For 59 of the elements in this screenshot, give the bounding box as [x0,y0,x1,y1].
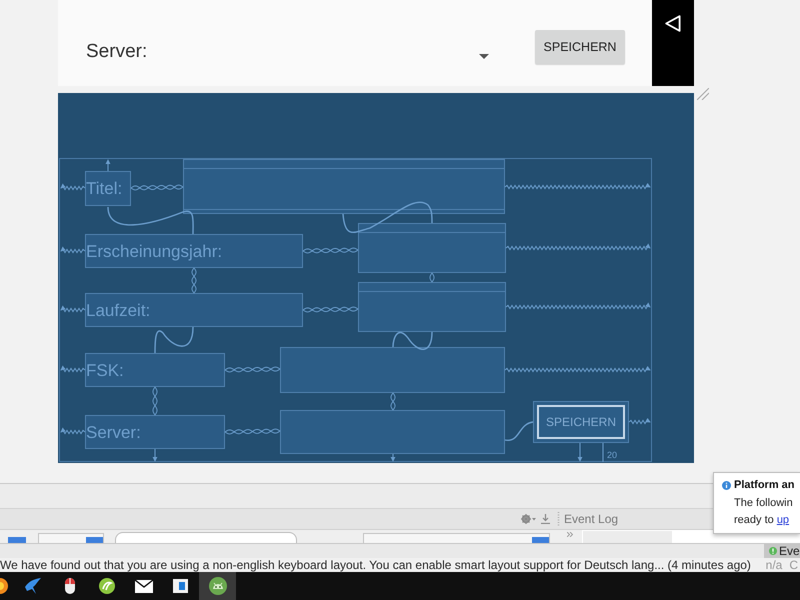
chain-constraint [192,268,196,294]
chain-constraint [392,332,433,350]
margin-value: 20 [607,450,618,461]
alert-badge-icon [769,547,777,555]
text-label-outline: Laufzeit: [85,293,303,327]
chain-constraint [224,428,280,434]
taskbar-app-button[interactable] [199,572,236,600]
arrow-constraint [578,442,582,462]
chain-constraint [154,326,194,353]
chain-constraint [504,421,534,441]
margin-line [602,442,604,462]
selection-marker[interactable] [8,537,26,543]
chain-constraint [302,248,358,254]
save-button-outline: SPEICHERN [533,401,629,443]
notification-text: The followin [734,496,794,510]
dropdown-field[interactable] [363,533,550,543]
swirl-icon [98,578,114,594]
notification-link[interactable]: up [776,514,790,526]
round-app-icon [0,578,8,594]
chain-constraint [224,366,280,372]
status-message: We have found out that you are using a non-english keyboard layout. You can enable smart layout support for Deutsch lang... (4 minutes ago) [0,558,751,572]
mouse-icon [64,578,74,594]
dropdown-caret-icon[interactable] [479,54,489,59]
save-button[interactable]: SPEICHERN [535,30,625,64]
chain-constraint [430,272,434,282]
back-icon[interactable] [665,15,681,32]
notification-text: ready to up [734,513,790,527]
text-label-outline: Erscheinungsjahr: [85,234,303,268]
chain-constraint [302,306,358,312]
notification-title: Platform an [734,478,795,493]
text-label-outline: FSK: [85,353,225,387]
spring-constraint [60,183,86,191]
spring-constraint [628,418,651,425]
arrow-constraint [390,454,396,462]
dropdown-field[interactable] [38,533,104,543]
arrow-constraint [152,448,158,462]
chain-constraint [130,184,184,190]
gear-dropdown-icon[interactable] [521,514,536,524]
bird-icon [24,578,40,594]
splitter-grip-icon[interactable] [556,512,560,526]
info-icon [722,481,731,490]
spinner-label: Server: [86,40,148,64]
chain-constraint [152,386,158,416]
spring-constraint [60,246,86,254]
search-field[interactable] [115,532,297,543]
text-label-outline: Server: [85,415,225,449]
down-arrow-bar-icon[interactable] [541,514,550,524]
window-icon [173,579,188,593]
resize-handle-icon[interactable] [697,88,709,100]
text-label-outline: Titel: [85,171,131,206]
spring-constraint [60,365,86,373]
event-log-button[interactable]: Eve [764,544,800,558]
spring-constraint [60,305,86,313]
envelope-icon [134,580,152,592]
robot-icon [208,577,226,595]
chain-constraint [390,392,396,410]
spring-constraint [60,427,86,435]
event-log-title: Event Log [564,512,618,526]
arrow-constraint [106,159,110,172]
